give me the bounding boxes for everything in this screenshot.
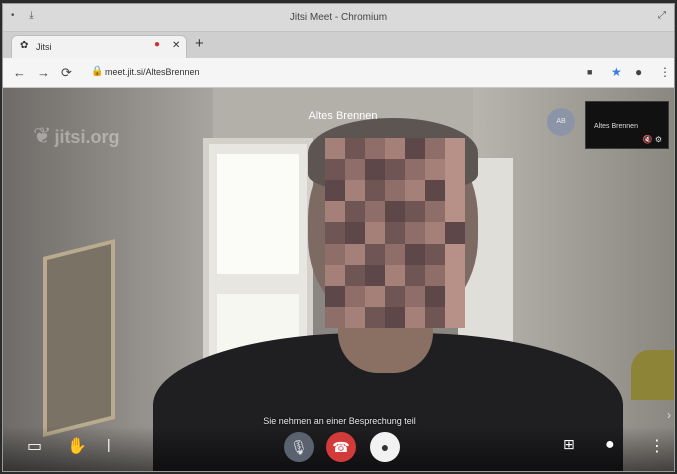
camera-icon[interactable]: ● xyxy=(370,432,400,462)
tab-label: Jitsi xyxy=(36,42,52,52)
forward-button[interactable]: → xyxy=(37,65,50,80)
pixelated-face xyxy=(325,138,465,328)
tab-close-icon[interactable]: ✕ xyxy=(172,40,180,51)
tile-view-icon[interactable]: ⊞ xyxy=(563,436,575,453)
tab-strip: ✿ Jitsi ● ✕ + xyxy=(3,32,674,58)
account-icon[interactable]: ● xyxy=(635,65,642,79)
bookmark-star-icon[interactable]: ★ xyxy=(611,65,622,79)
title-bar: • ⤓ Jitsi Meet - Chromium ⤢ xyxy=(3,4,674,32)
browser-menu-icon[interactable]: ⋮ xyxy=(659,65,671,79)
conference-stage[interactable]: ❦ jitsi.org Altes Brennen AB Altes Brenne… xyxy=(3,88,674,471)
watermark-text: jitsi.org xyxy=(54,127,120,147)
video-plant xyxy=(631,350,674,400)
jitsi-logo-icon: ❦ xyxy=(33,123,52,148)
video-picture-frame xyxy=(43,239,115,437)
recording-indicator-icon: ● xyxy=(154,39,161,50)
more-icon[interactable]: ⋮ xyxy=(649,436,665,456)
maximize-icon[interactable]: ⤢ xyxy=(658,10,666,21)
mic-muted-icon[interactable]: 🎙 xyxy=(284,432,314,462)
window-title: Jitsi Meet - Chromium xyxy=(289,12,388,23)
browser-toolbar: ← → ⟳ 🔒 meet.jit.si/AltesBrennen ■ ★ ● ⋮ xyxy=(3,58,674,88)
tab-jitsi[interactable]: ✿ Jitsi ● ✕ xyxy=(11,35,187,58)
hangup-icon[interactable]: ☎ xyxy=(326,432,356,462)
lock-icon: 🔒 xyxy=(91,66,104,77)
address-bar[interactable]: 🔒 meet.jit.si/AltesBrennen xyxy=(87,64,577,82)
local-video-thumbnail[interactable]: Altes Brennen 🔇 ⚙ xyxy=(585,101,669,149)
raise-hand-icon[interactable]: ✋ xyxy=(67,436,87,456)
favicon-icon: ✿ xyxy=(20,40,29,51)
local-video-name: Altes Brennen xyxy=(594,123,638,130)
local-video-status-icons: 🔇 ⚙ xyxy=(642,135,662,144)
back-button[interactable]: ← xyxy=(13,65,26,80)
camera-permission-icon[interactable]: ■ xyxy=(587,67,592,77)
browser-window: • ⤓ Jitsi Meet - Chromium ⤢ ✿ Jitsi ● ✕ … xyxy=(2,3,675,472)
participant-name: Altes Brennen xyxy=(308,110,378,122)
record-icon[interactable]: ● xyxy=(605,436,615,454)
chat-icon[interactable]: ▭ xyxy=(27,436,42,456)
url-text: meet.jit.si/AltesBrennen xyxy=(105,67,200,77)
status-message: Sie nehmen an einer Besprechung teil xyxy=(263,416,416,426)
reload-button[interactable]: ⟳ xyxy=(61,65,72,81)
jitsi-watermark[interactable]: ❦ jitsi.org xyxy=(33,123,119,149)
new-tab-button[interactable]: + xyxy=(195,35,204,52)
chevron-right-icon[interactable]: › xyxy=(667,408,671,422)
toolbox-divider: | xyxy=(107,436,111,452)
avatar[interactable]: AB xyxy=(547,108,575,136)
meeting-toolbox: ▭ ✋ | 🎙 ☎ ● ⊞ ● ⋮ xyxy=(3,426,674,471)
